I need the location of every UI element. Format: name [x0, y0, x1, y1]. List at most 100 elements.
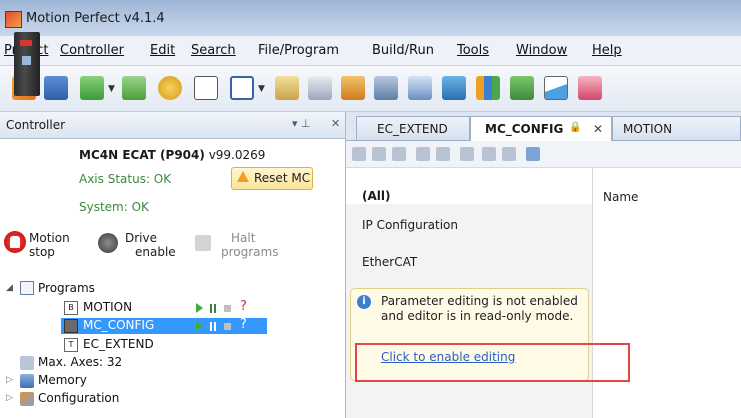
- edit-icon[interactable]: [372, 147, 386, 161]
- category-all[interactable]: (All): [346, 168, 592, 204]
- menu-bar: Project Controller Edit Search File/Prog…: [0, 36, 741, 66]
- pin-dropdown-icon[interactable]: ▾ ⊥: [292, 117, 311, 130]
- tree-item-mc-config[interactable]: MC_CONFIG: [83, 318, 154, 332]
- io-icon[interactable]: [308, 76, 332, 100]
- menu-help[interactable]: Help: [592, 43, 622, 58]
- tab-mc-config[interactable]: MC_CONFIG 🔒 ✕: [470, 116, 612, 141]
- chevron-down-icon[interactable]: ▼: [258, 84, 265, 94]
- tab-label: MC_CONFIG: [485, 122, 564, 136]
- menu-search[interactable]: Search: [191, 43, 236, 58]
- image-icon[interactable]: [442, 76, 466, 100]
- tab-label: MOTION: [623, 122, 673, 136]
- bars-icon[interactable]: [476, 76, 500, 100]
- table-icon[interactable]: [510, 76, 534, 100]
- device-info: MC4N ECAT (P904) v99.0269: [79, 148, 265, 162]
- basic-program-icon: B: [64, 301, 78, 315]
- delete-icon[interactable]: [502, 147, 516, 161]
- stop-icon[interactable]: [224, 323, 231, 330]
- memory-icon: [20, 374, 34, 388]
- menu-window[interactable]: Window: [516, 43, 567, 58]
- drive-enable-label: Drive: [125, 231, 157, 245]
- run-icon[interactable]: [196, 303, 203, 313]
- axes-icon: [20, 356, 34, 370]
- controller-panel-header: Controller ▾ ⊥ ✕: [0, 112, 345, 139]
- undo-icon[interactable]: [416, 147, 430, 161]
- device-name: MC4N ECAT (P904): [79, 148, 205, 162]
- tab-motion[interactable]: MOTION: [612, 116, 741, 140]
- programs-folder-icon: [20, 281, 34, 295]
- pause-icon[interactable]: [210, 304, 216, 313]
- terminal-icon[interactable]: [194, 76, 218, 100]
- menu-tools[interactable]: Tools: [457, 43, 489, 58]
- tree-item-motion[interactable]: MOTION: [83, 300, 132, 314]
- redo-icon[interactable]: [436, 147, 450, 161]
- tree-configuration[interactable]: Configuration: [38, 391, 119, 405]
- reset-mc-label: Reset MC: [254, 171, 311, 185]
- oscilloscope-icon[interactable]: [341, 76, 365, 100]
- warning-icon: [237, 171, 249, 182]
- main-toolbar: ▼ ▼: [0, 66, 741, 112]
- halt-programs-button[interactable]: Halt programs: [221, 231, 278, 259]
- configuration-icon: [20, 392, 34, 406]
- category-label: (All): [362, 189, 391, 203]
- halt-programs-icon[interactable]: [195, 235, 211, 251]
- expand-arrow-icon[interactable]: ◢: [6, 283, 13, 293]
- save-icon[interactable]: [352, 147, 366, 161]
- tree-item-ec-extend[interactable]: EC_EXTEND: [83, 337, 154, 351]
- stop-icon[interactable]: [224, 305, 231, 312]
- chevron-down-icon[interactable]: ▼: [108, 84, 115, 94]
- run-icon[interactable]: [196, 321, 203, 331]
- motion-stop-label: Motion: [29, 231, 70, 245]
- window-icon[interactable]: [230, 76, 254, 100]
- motion-stop-icon[interactable]: [4, 231, 26, 253]
- column-header-name[interactable]: Name: [603, 190, 638, 204]
- expand-arrow-icon[interactable]: ▷: [6, 375, 13, 385]
- category-label: EtherCAT: [362, 255, 418, 269]
- title-bar: Motion Perfect v4.1.4: [0, 0, 741, 36]
- close-icon[interactable]: ✕: [331, 117, 340, 130]
- category-label: IP Configuration: [362, 218, 458, 232]
- highlight-box: [355, 343, 630, 382]
- unknown-status-icon: ?: [240, 317, 247, 332]
- panel-title: Controller: [6, 118, 66, 132]
- save-icon[interactable]: [44, 76, 68, 100]
- device-version: v99.0269: [208, 148, 266, 162]
- notice-text: Parameter editing is not enabled and edi…: [381, 294, 578, 323]
- drive-enable-label-2: enable: [135, 245, 176, 259]
- add-icon[interactable]: [482, 147, 496, 161]
- axis-status: Axis Status: OK: [79, 172, 172, 186]
- reset-mc-button[interactable]: Reset MC: [231, 167, 313, 190]
- app-icon: [5, 11, 22, 28]
- axis-params-icon[interactable]: [275, 76, 299, 100]
- menu-controller[interactable]: Controller: [60, 43, 124, 58]
- pause-icon[interactable]: [210, 322, 216, 331]
- disconnect-icon[interactable]: [122, 76, 146, 100]
- config-program-icon: [64, 319, 78, 333]
- close-tab-icon[interactable]: ✕: [593, 122, 603, 136]
- motion-stop-label-2: stop: [29, 245, 55, 259]
- grid-icon[interactable]: [578, 76, 602, 100]
- connect-icon[interactable]: [80, 76, 104, 100]
- tab-ec-extend[interactable]: EC_EXTEND: [356, 116, 470, 140]
- debug-icon[interactable]: [158, 76, 182, 100]
- filter-icon[interactable]: [526, 147, 540, 161]
- system-status: System: OK: [79, 200, 149, 214]
- expand-arrow-icon[interactable]: ▷: [6, 393, 13, 403]
- text-program-icon: T: [64, 338, 78, 352]
- tools-icon[interactable]: [460, 147, 474, 161]
- info-icon: i: [357, 295, 371, 309]
- drive-enable-button[interactable]: Drive enable: [125, 231, 176, 259]
- tools-icon[interactable]: [408, 76, 432, 100]
- motion-stop-button[interactable]: Motion stop: [29, 231, 70, 259]
- halt-label: Halt: [231, 231, 256, 245]
- drive-enable-icon[interactable]: [98, 233, 118, 253]
- window-title: Motion Perfect v4.1.4: [26, 11, 165, 26]
- jog-icon[interactable]: [374, 76, 398, 100]
- menu-edit[interactable]: Edit: [150, 43, 175, 58]
- chart-icon[interactable]: [544, 76, 568, 100]
- tree-memory[interactable]: Memory: [38, 373, 87, 387]
- basic-icon[interactable]: [392, 147, 406, 161]
- menu-file-program[interactable]: File/Program: [258, 43, 339, 58]
- menu-build-run[interactable]: Build/Run: [372, 43, 434, 58]
- tree-programs[interactable]: Programs: [38, 281, 95, 295]
